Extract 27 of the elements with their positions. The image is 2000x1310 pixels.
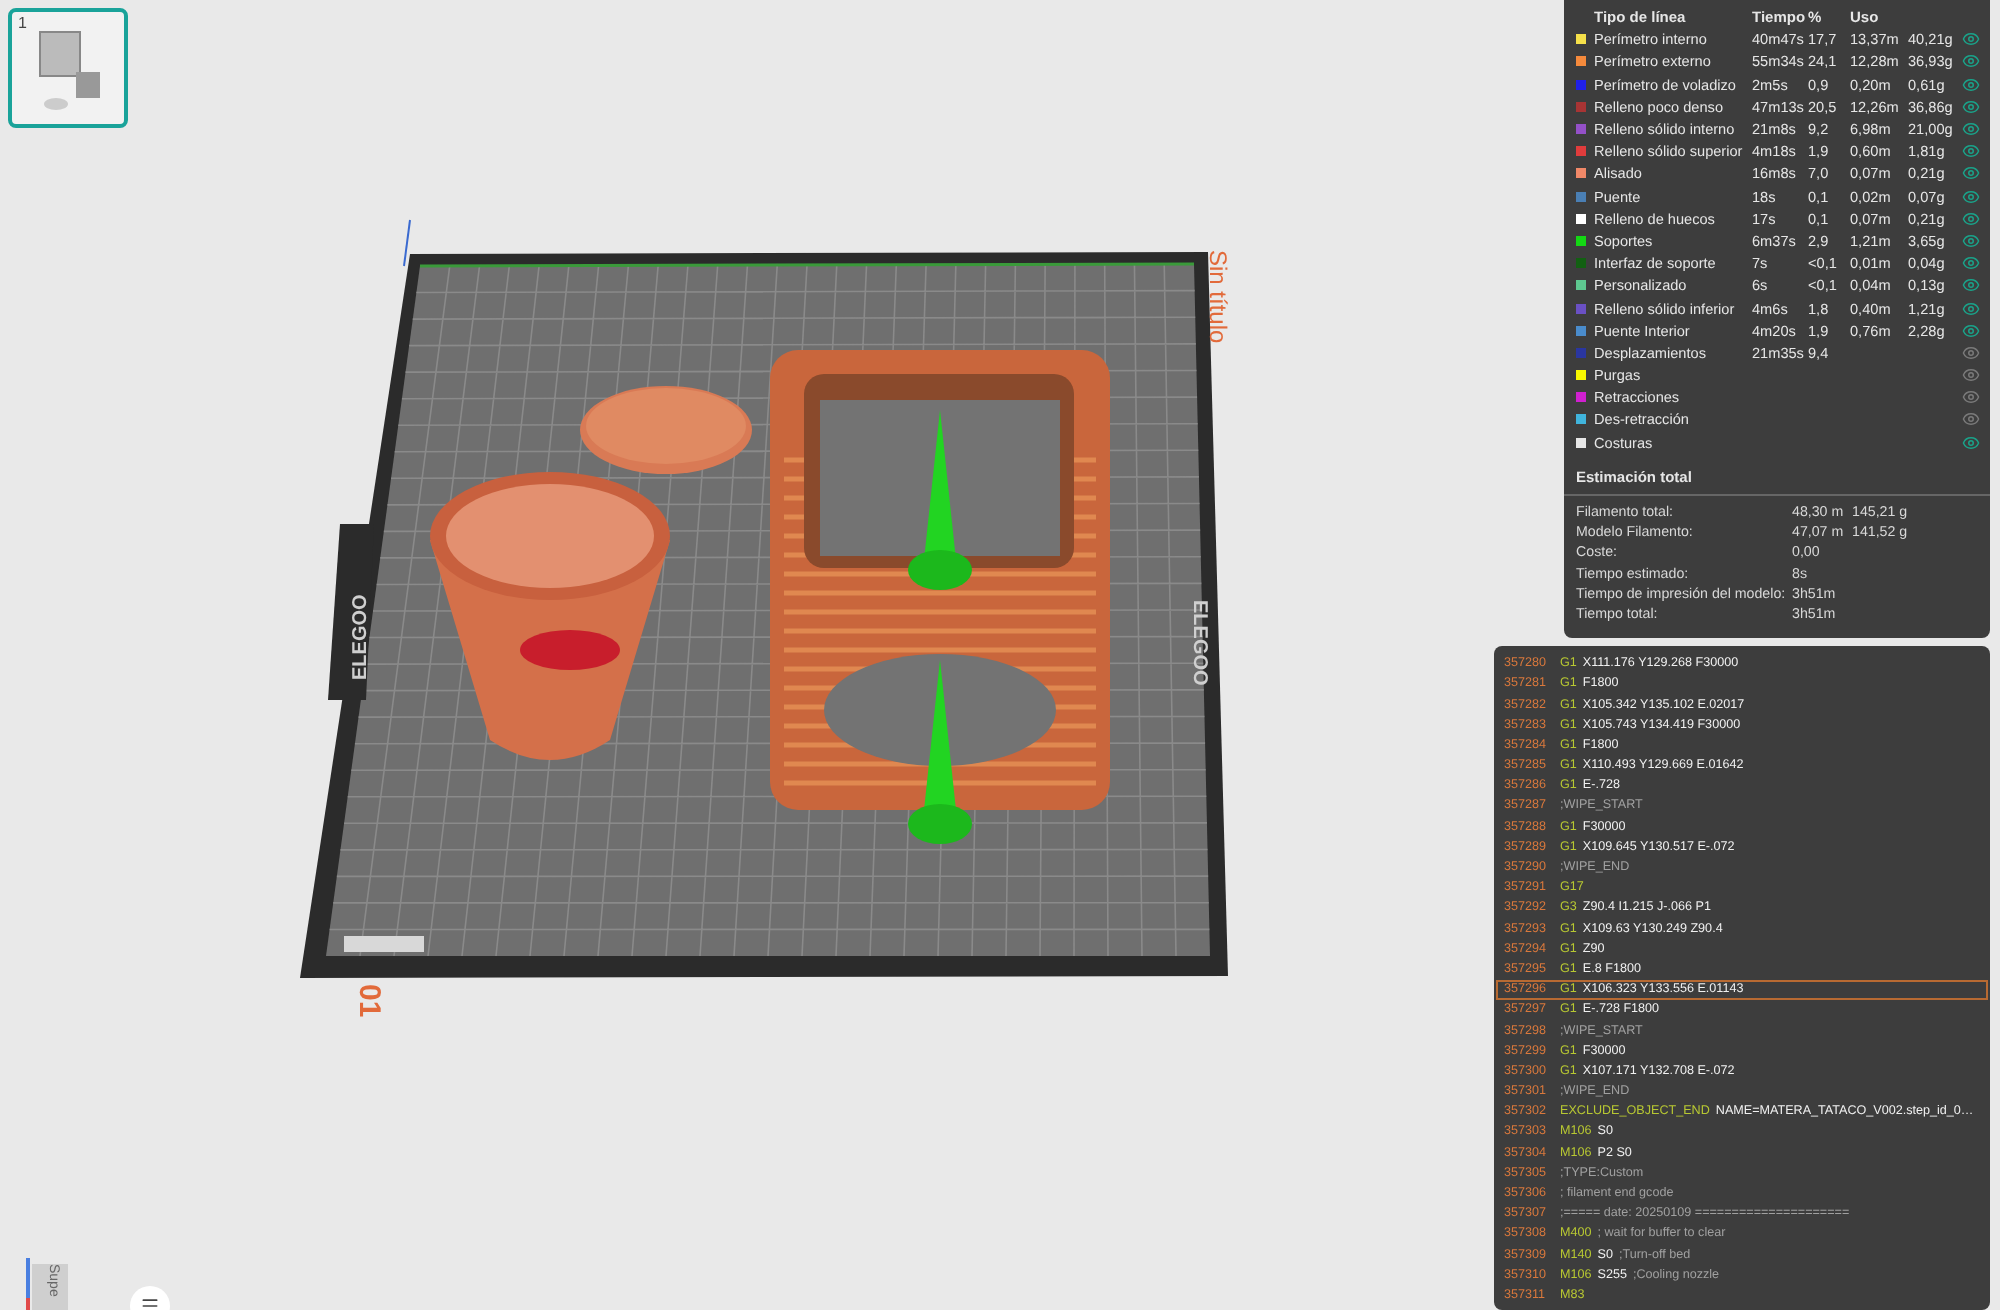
visibility-icon[interactable] — [1962, 299, 1980, 318]
visibility-icon[interactable] — [1962, 75, 1980, 94]
visibility-icon[interactable] — [1962, 254, 1980, 273]
visibility-icon[interactable] — [1962, 164, 1980, 183]
visibility-icon[interactable] — [1962, 187, 1980, 206]
visibility-icon[interactable] — [1962, 433, 1980, 452]
visibility-icon[interactable] — [1962, 321, 1980, 340]
visibility-icon[interactable] — [1962, 209, 1980, 228]
visibility-icon[interactable] — [1962, 343, 1980, 362]
visibility-icon[interactable] — [1962, 142, 1980, 161]
visibility-icon[interactable] — [1962, 366, 1980, 385]
visibility-icon[interactable] — [1962, 97, 1980, 116]
plate-number: 01 — [352, 984, 386, 1018]
axis-icon — [24, 1258, 32, 1310]
visibility-icon[interactable] — [1962, 276, 1980, 295]
plate-name: Sin título — [1204, 250, 1232, 344]
menu-icon — [140, 1296, 160, 1310]
bed-logo: ELEGOO — [350, 594, 372, 680]
plate-index: 1 — [18, 14, 27, 32]
visibility-icon[interactable] — [1962, 388, 1980, 407]
visibility-icon[interactable] — [1962, 231, 1980, 250]
visibility-icon[interactable] — [1962, 30, 1980, 49]
visibility-icon[interactable] — [1962, 120, 1980, 139]
visibility-icon[interactable] — [1962, 52, 1980, 71]
plate-thumbnail[interactable]: 1 — [8, 8, 128, 128]
bed-logo: ELEGOO — [1188, 600, 1210, 686]
visibility-icon[interactable] — [1962, 410, 1980, 429]
